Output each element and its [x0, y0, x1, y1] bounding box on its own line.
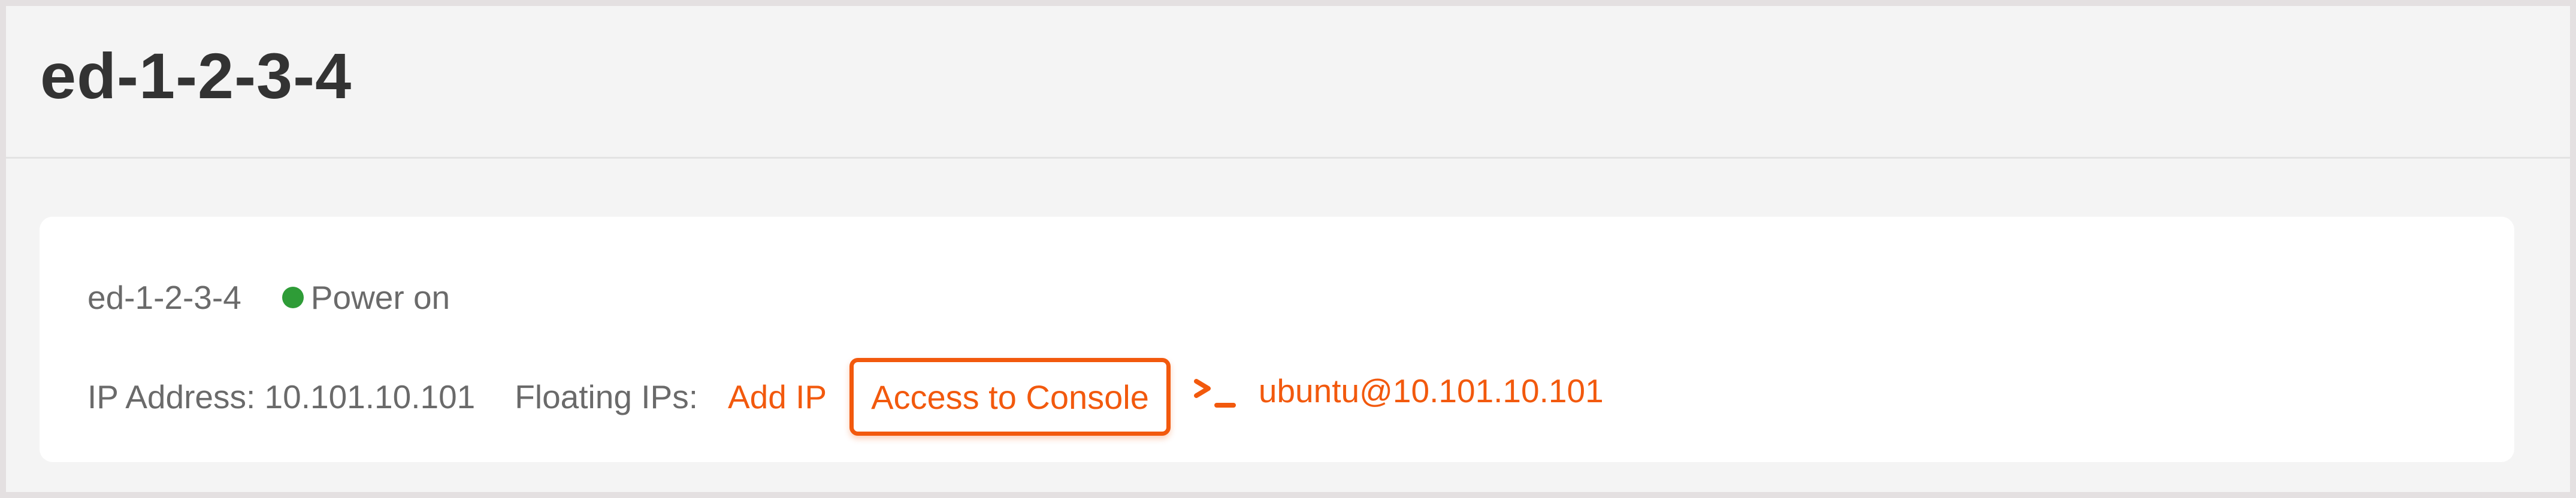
access-console-button[interactable]: Access to Console: [849, 358, 1171, 436]
instance-details-card: ed-1-2-3-4 Power on IP Address: 10.101.1…: [40, 217, 2514, 462]
instance-name: ed-1-2-3-4: [87, 279, 241, 316]
ssh-command-link[interactable]: ubuntu@10.101.10.101: [1259, 372, 1604, 410]
add-ip-link[interactable]: Add IP: [728, 378, 827, 416]
power-status-label: Power on: [310, 279, 451, 316]
instance-name-row: ed-1-2-3-4 Power on: [87, 277, 450, 318]
terminal-prompt-icon: [1193, 379, 1236, 408]
status-dot-icon: [282, 287, 304, 308]
page-title: ed-1-2-3-4: [40, 40, 352, 112]
power-status: Power on: [282, 278, 450, 317]
page-header: ed-1-2-3-4: [6, 6, 2570, 159]
app-window: ed-1-2-3-4 ed-1-2-3-4 Power on IP Addres…: [0, 0, 2576, 498]
network-row: IP Address: 10.101.10.101 Floating IPs: …: [87, 346, 1604, 448]
ip-address: IP Address: 10.101.10.101: [87, 378, 476, 415]
floating-ips-label: Floating IPs:: [515, 378, 698, 415]
